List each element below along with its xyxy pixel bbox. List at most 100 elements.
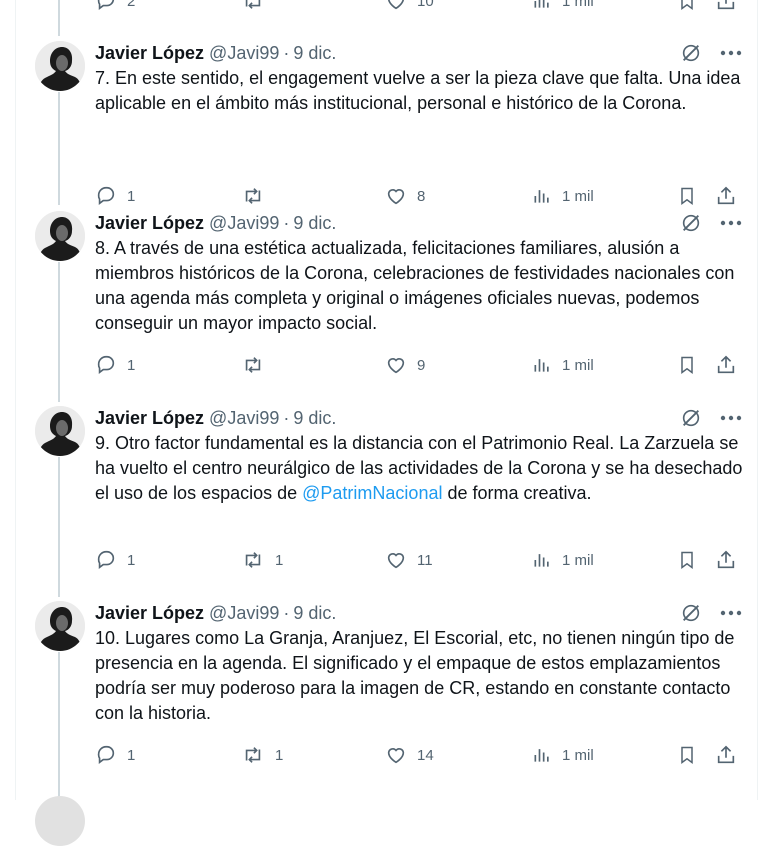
- retweet-icon: [245, 357, 261, 373]
- share-button[interactable]: [715, 185, 737, 207]
- author-name[interactable]: Javier López: [95, 43, 204, 64]
- tweet[interactable]: Javier López @Javi99 · 9 dic. 7. En este…: [15, 41, 756, 236]
- bookmark-button[interactable]: [677, 0, 697, 12]
- like-count: 9: [417, 356, 426, 374]
- author-handle[interactable]: @Javi99: [209, 43, 279, 64]
- views-icon: [534, 749, 549, 762]
- author-name[interactable]: Javier López: [95, 603, 204, 624]
- views-button[interactable]: 1 mil: [532, 744, 594, 766]
- reply-button[interactable]: 1: [95, 354, 135, 376]
- tweet-date[interactable]: 9 dic.: [293, 43, 336, 64]
- header-actions: [678, 211, 744, 235]
- author-handle[interactable]: @Javi99: [209, 408, 279, 429]
- reply-icon: [97, 355, 115, 374]
- tweet-text: 9. Otro factor fundamental es la distanc…: [95, 431, 745, 506]
- separator-dot: ·: [283, 407, 290, 428]
- bookmark-icon: [681, 746, 693, 764]
- retweet-button[interactable]: 1: [241, 549, 283, 571]
- tweet-actions: 1 1 11 1 mil: [95, 549, 750, 575]
- share-icon: [717, 355, 735, 374]
- reply-button[interactable]: 1: [95, 549, 135, 571]
- grok-icon[interactable]: [678, 406, 704, 430]
- like-button[interactable]: 8: [385, 185, 425, 207]
- grok-icon[interactable]: [678, 601, 704, 625]
- like-icon: [387, 358, 405, 374]
- like-button[interactable]: 11: [385, 549, 433, 571]
- views-button[interactable]: 1 mil: [532, 354, 594, 376]
- tweet-date[interactable]: 9 dic.: [293, 603, 336, 624]
- avatar[interactable]: [35, 406, 85, 456]
- avatar[interactable]: [35, 796, 85, 846]
- reply-button[interactable]: 2: [95, 0, 135, 12]
- more-icon[interactable]: [718, 211, 744, 235]
- retweet-icon: [245, 552, 261, 568]
- retweet-button[interactable]: [241, 0, 265, 12]
- tweet[interactable]: Javier López @Javi99 · 9 dic. 10. Lugare…: [15, 601, 756, 796]
- retweet-button[interactable]: [241, 354, 275, 376]
- like-count: 10: [417, 0, 434, 10]
- reply-icon: [97, 186, 115, 205]
- share-button[interactable]: [715, 0, 737, 12]
- views-button[interactable]: 1 mil: [532, 0, 594, 12]
- share-button[interactable]: [715, 744, 737, 766]
- more-icon[interactable]: [718, 601, 744, 625]
- reply-button[interactable]: 1: [95, 744, 135, 766]
- like-button[interactable]: 10: [385, 0, 434, 12]
- bookmark-button[interactable]: [677, 549, 697, 571]
- separator-dot: ·: [283, 602, 290, 623]
- more-icon[interactable]: [718, 41, 744, 65]
- views-icon: [534, 0, 549, 8]
- views-button[interactable]: 1 mil: [532, 549, 594, 571]
- reply-button[interactable]: 1: [95, 185, 135, 207]
- tweet-date[interactable]: 9 dic.: [293, 213, 336, 234]
- bookmark-button[interactable]: [677, 744, 697, 766]
- author-handle[interactable]: @Javi99: [209, 603, 279, 624]
- share-icon: [717, 550, 735, 569]
- grok-icon[interactable]: [678, 41, 704, 65]
- tweet[interactable]: Javier López @Javi99 · 9 dic. 8. A travé…: [15, 211, 756, 406]
- retweet-icon: [245, 747, 261, 763]
- like-icon: [387, 189, 405, 205]
- tweet[interactable]: Javier López @Javi99 · 9 dic. 9. Otro fa…: [15, 406, 756, 601]
- views-count: 1 mil: [562, 187, 594, 205]
- like-button[interactable]: 9: [385, 354, 425, 376]
- tweet-text: 10. Lugares como La Granja, Aranjuez, El…: [95, 626, 745, 726]
- bookmark-icon: [681, 551, 693, 569]
- like-button[interactable]: 14: [385, 744, 434, 766]
- tweet-actions: 1 8 1 mil: [95, 185, 750, 211]
- author-handle[interactable]: @Javi99: [209, 213, 279, 234]
- tweet-text-part: de forma creativa.: [442, 483, 592, 503]
- separator-dot: ·: [283, 42, 290, 63]
- views-count: 1 mil: [562, 0, 594, 10]
- avatar[interactable]: [35, 601, 85, 651]
- avatar[interactable]: [35, 211, 85, 261]
- like-icon: [388, 0, 404, 10]
- views-button[interactable]: 1 mil: [532, 185, 594, 207]
- retweet-button[interactable]: [241, 185, 275, 207]
- header-actions: [678, 41, 744, 65]
- author-name[interactable]: Javier López: [95, 213, 204, 234]
- more-icon[interactable]: [718, 406, 744, 430]
- tweet-actions: 1 1 14 1 mil: [95, 744, 750, 770]
- header-actions: [678, 601, 744, 625]
- tweet-date[interactable]: 9 dic.: [293, 408, 336, 429]
- retweet-icon: [245, 0, 261, 9]
- share-button[interactable]: [715, 549, 737, 571]
- like-count: 8: [417, 187, 426, 205]
- bookmark-icon: [681, 0, 693, 10]
- share-icon: [717, 745, 735, 764]
- views-count: 1 mil: [562, 746, 594, 764]
- grok-icon[interactable]: [678, 211, 704, 235]
- bookmark-button[interactable]: [677, 185, 697, 207]
- share-button[interactable]: [715, 354, 737, 376]
- mention-link[interactable]: @PatrimNacional: [302, 483, 442, 503]
- header-actions: [678, 406, 744, 430]
- tweet-text-part: 7. En este sentido, el engagement vuelve…: [95, 68, 741, 113]
- share-icon: [717, 186, 735, 205]
- bookmark-button[interactable]: [677, 354, 697, 376]
- retweet-icon: [245, 188, 261, 204]
- reply-icon: [97, 0, 115, 10]
- author-name[interactable]: Javier López: [95, 408, 204, 429]
- avatar[interactable]: [35, 41, 85, 91]
- retweet-button[interactable]: 1: [241, 744, 283, 766]
